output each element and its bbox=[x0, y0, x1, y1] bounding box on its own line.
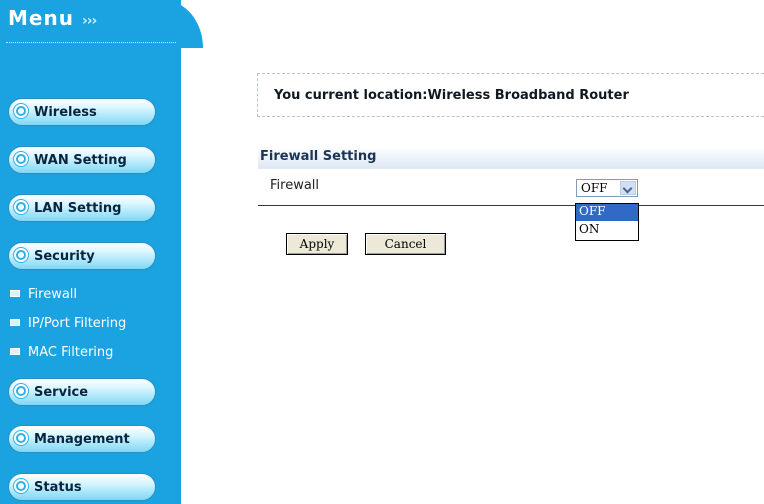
nav-status-button[interactable]: Status bbox=[8, 473, 156, 501]
firewall-label: Firewall bbox=[270, 178, 320, 193]
sub-item-ip-port-filtering[interactable]: IP/Port Filtering bbox=[10, 316, 126, 332]
circle-icon bbox=[14, 479, 28, 493]
nav-wireless-label: Wireless bbox=[34, 105, 97, 120]
chevrons-icon: ››› bbox=[81, 13, 97, 29]
bullet-icon bbox=[10, 348, 20, 355]
menu-title: Menu ››› bbox=[8, 6, 97, 30]
sub-item-mac-label: MAC Filtering bbox=[28, 345, 114, 360]
menu-header: Menu ››› bbox=[0, 0, 203, 48]
firewall-option-off[interactable]: OFF bbox=[576, 204, 638, 221]
firewall-select-value: OFF bbox=[581, 181, 608, 195]
section-header: Firewall Setting bbox=[258, 146, 764, 169]
sub-item-ip-port-label: IP/Port Filtering bbox=[28, 316, 127, 331]
menu-divider bbox=[6, 42, 176, 43]
section-title: Firewall Setting bbox=[260, 149, 377, 164]
nav-security-button[interactable]: Security bbox=[8, 242, 156, 270]
sub-item-firewall-label: Firewall bbox=[28, 287, 78, 302]
nav-wan-label: WAN Setting bbox=[34, 153, 127, 168]
firewall-option-on[interactable]: ON bbox=[576, 222, 638, 239]
nav-lan-label: LAN Setting bbox=[34, 201, 122, 216]
nav-service-button[interactable]: Service bbox=[8, 378, 156, 406]
location-bar: You current location:Wireless Broadband … bbox=[257, 73, 764, 117]
chevron-down-icon[interactable] bbox=[620, 181, 636, 195]
circle-icon bbox=[14, 384, 28, 398]
sub-item-firewall[interactable]: Firewall bbox=[10, 287, 77, 303]
nav-management-button[interactable]: Management bbox=[8, 425, 156, 453]
menu-title-text: Menu bbox=[8, 6, 74, 30]
firewall-select[interactable]: OFF bbox=[576, 179, 638, 197]
nav-wan-setting-button[interactable]: WAN Setting bbox=[8, 146, 156, 174]
location-text: You current location:Wireless Broadband … bbox=[274, 88, 629, 103]
circle-icon bbox=[14, 248, 28, 262]
firewall-row: Firewall bbox=[258, 169, 764, 206]
nav-service-label: Service bbox=[34, 385, 89, 400]
sub-item-mac-filtering[interactable]: MAC Filtering bbox=[10, 345, 113, 361]
nav-status-label: Status bbox=[34, 480, 82, 495]
circle-icon bbox=[14, 152, 28, 166]
nav-wireless-button[interactable]: Wireless bbox=[8, 98, 156, 126]
apply-button[interactable]: Apply bbox=[286, 233, 348, 255]
circle-icon bbox=[14, 104, 28, 118]
circle-icon bbox=[14, 200, 28, 214]
bullet-icon bbox=[10, 319, 20, 326]
nav-lan-setting-button[interactable]: LAN Setting bbox=[8, 194, 156, 222]
circle-icon bbox=[14, 431, 28, 445]
nav-management-label: Management bbox=[34, 432, 130, 447]
bullet-icon bbox=[10, 290, 20, 297]
cancel-button[interactable]: Cancel bbox=[365, 233, 446, 255]
nav-security-label: Security bbox=[34, 249, 95, 264]
firewall-dropdown-list: OFF ON bbox=[575, 203, 639, 241]
